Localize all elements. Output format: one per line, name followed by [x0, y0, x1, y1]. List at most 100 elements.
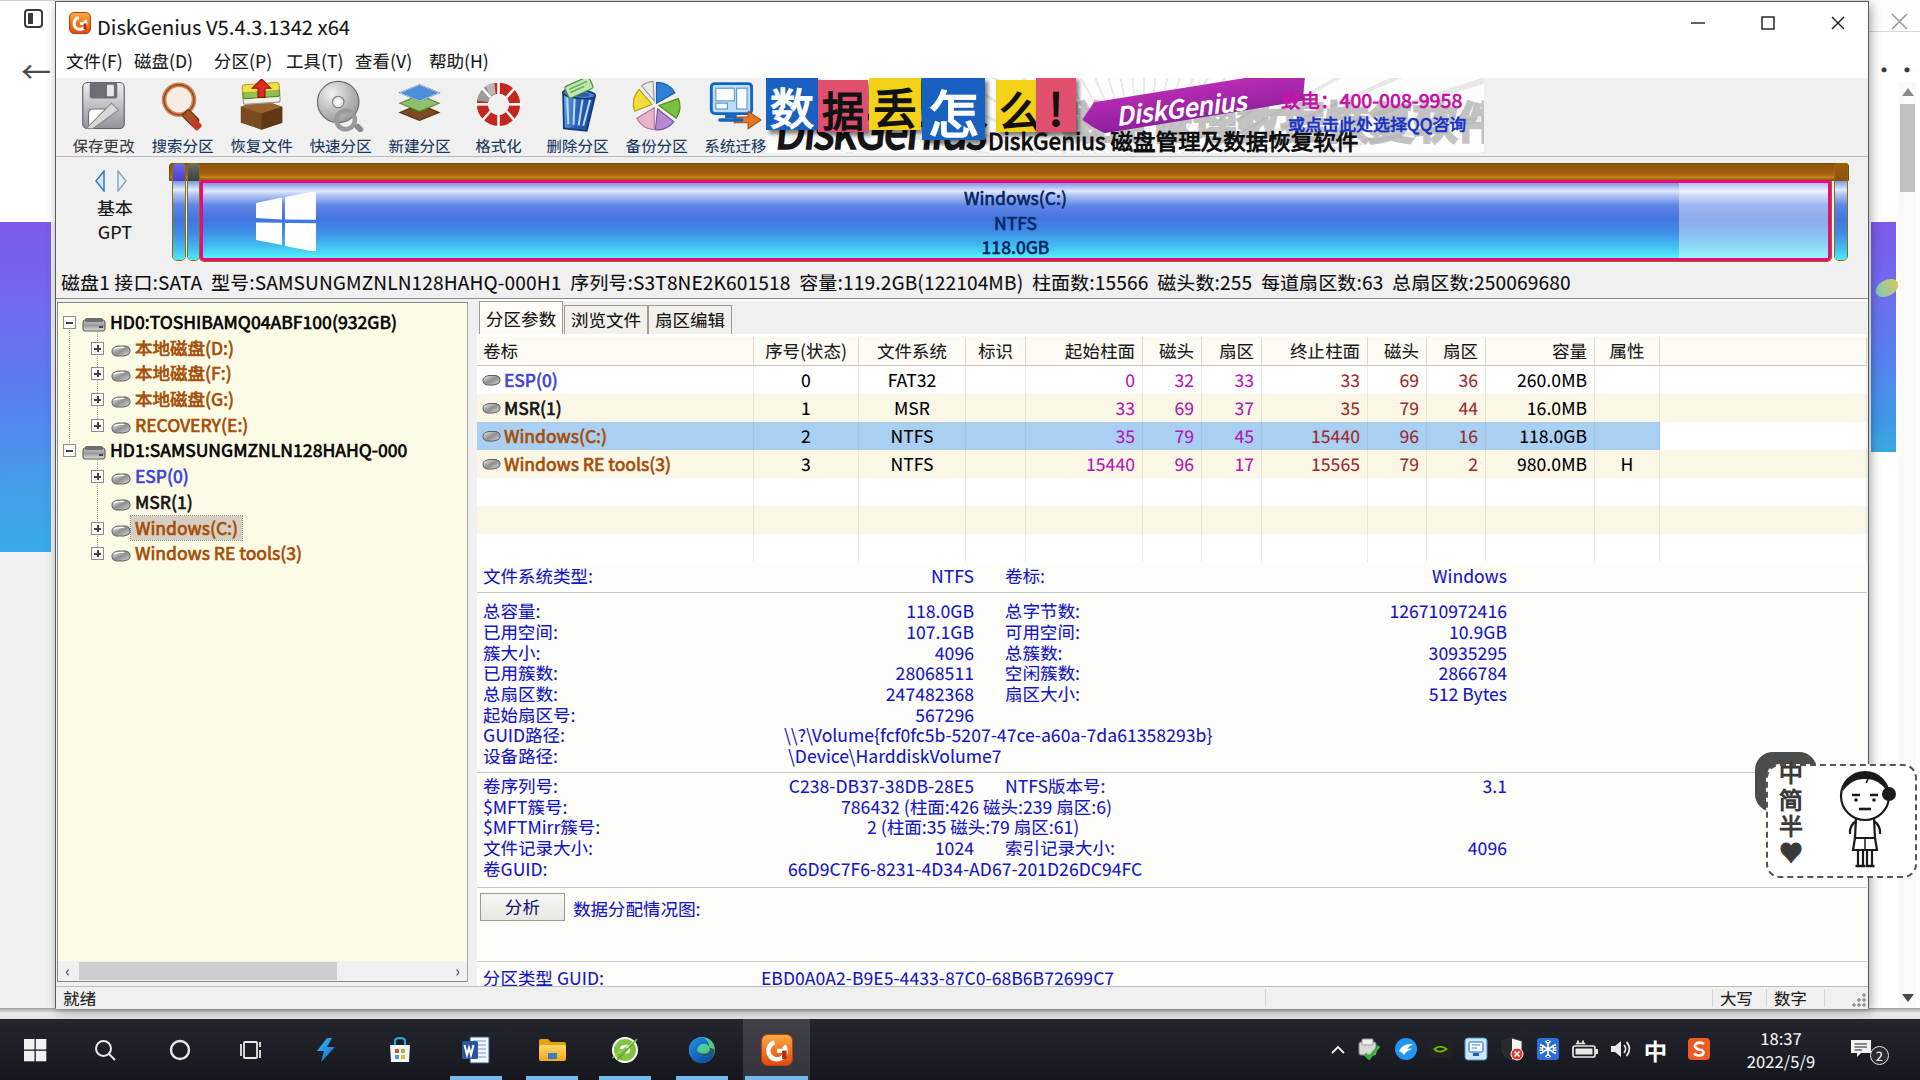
menu-item-1[interactable]: 磁盘(D): [128, 45, 199, 78]
taskbar-search-icon[interactable]: [93, 1038, 117, 1062]
close-button[interactable]: [1806, 2, 1870, 44]
tree-expand-plus-icon[interactable]: [91, 367, 104, 380]
tree-item-6[interactable]: ESP(0): [58, 463, 467, 489]
tray-icon-wrap[interactable]: [1500, 1037, 1524, 1066]
cortana-button[interactable]: [149, 1019, 211, 1080]
column-header-1[interactable]: 序号(状态): [754, 337, 859, 365]
word-icon[interactable]: [461, 1035, 491, 1065]
background-scrollbar[interactable]: [1899, 82, 1916, 1022]
taskbar-store[interactable]: [369, 1019, 431, 1080]
maximize-button[interactable]: [1736, 2, 1800, 44]
tray-icon-wrap[interactable]: [1394, 1037, 1418, 1066]
scroll-down-icon[interactable]: [1902, 994, 1914, 1002]
tab-1[interactable]: 浏览文件: [564, 305, 648, 334]
toolbar-button-search[interactable]: 搜索分区: [143, 80, 222, 154]
tray-sogou-icon[interactable]: [1687, 1037, 1711, 1061]
menu-item-2[interactable]: 分区(P): [208, 45, 278, 78]
tree-h-scrollbar[interactable]: ‹›: [58, 961, 467, 981]
tray-battery-icon[interactable]: [1570, 1037, 1600, 1061]
tray-nvidia-icon[interactable]: [1429, 1037, 1453, 1061]
taskbar-thunder[interactable]: [295, 1019, 357, 1080]
start-icon[interactable]: [23, 1038, 47, 1062]
tree-item-1[interactable]: 本地磁盘(D:): [58, 335, 467, 361]
tray-snowflake-icon[interactable]: [1536, 1037, 1560, 1061]
tree-item-5[interactable]: HD1:SAMSUNGMZNLN128HAHQ-000: [58, 437, 467, 463]
table-row-0[interactable]: ESP(0)0FAT3203233336936260.0MB: [477, 366, 1867, 394]
toolbar-button-quick[interactable]: 快速分区: [301, 80, 380, 154]
tree-expand-minus-icon[interactable]: [63, 316, 76, 329]
menu-item-3[interactable]: 工具(T): [280, 45, 350, 78]
thunder-icon[interactable]: [313, 1037, 339, 1063]
tray-ime-indicator[interactable]: 中: [1644, 1033, 1667, 1067]
tray-defender-icon[interactable]: [1500, 1037, 1524, 1061]
column-header-5[interactable]: 磁头: [1143, 337, 1202, 365]
column-header-11[interactable]: 属性: [1595, 337, 1660, 365]
taskbar-explorer[interactable]: [521, 1019, 583, 1080]
menu-item-4[interactable]: 查看(V): [349, 45, 418, 78]
tree-expand-plus-icon[interactable]: [91, 547, 104, 560]
tray-intel-icon[interactable]: [1464, 1037, 1488, 1061]
taskbar-diskgenius[interactable]: [743, 1019, 810, 1080]
toolbar-button-newpart[interactable]: 新建分区: [380, 80, 459, 154]
tree-item-4[interactable]: RECOVERY(E:): [58, 412, 467, 438]
tab-0[interactable]: 分区参数: [479, 301, 563, 334]
toolbar-button-migrate[interactable]: 系统迁移: [696, 80, 775, 154]
task-view-button[interactable]: [220, 1019, 282, 1080]
toolbar-button-recover[interactable]: 恢复文件: [222, 80, 301, 154]
toolbar-button-delete[interactable]: 删除分区: [538, 80, 617, 154]
minimize-button[interactable]: [1666, 2, 1730, 44]
task-view-icon[interactable]: [239, 1038, 263, 1062]
tree-expand-plus-icon[interactable]: [91, 393, 104, 406]
partition-msr[interactable]: [187, 163, 200, 261]
scroll-left-icon[interactable]: ‹: [58, 961, 77, 981]
column-header-6[interactable]: 扇区: [1202, 337, 1262, 365]
explorer-icon[interactable]: [537, 1035, 567, 1065]
tree-item-9[interactable]: Windows RE tools(3): [58, 540, 467, 566]
tray-volume-icon[interactable]: [1608, 1037, 1634, 1061]
tree-expand-minus-icon[interactable]: [63, 444, 76, 457]
toolbar-button-format[interactable]: 格式化: [459, 80, 538, 154]
partition-re-tools[interactable]: [1834, 163, 1848, 261]
column-header-2[interactable]: 文件系统: [859, 337, 966, 365]
tree-item-8[interactable]: Windows(C:): [58, 515, 467, 541]
tab-2[interactable]: 扇区编辑: [648, 305, 732, 334]
column-header-3[interactable]: 标识: [966, 337, 1026, 365]
table-row-2[interactable]: Windows(C:)2NTFS357945154409616118.0GB: [477, 422, 1867, 450]
store-icon[interactable]: [386, 1036, 414, 1064]
tree-expand-plus-icon[interactable]: [91, 342, 104, 355]
tray-icon-wrap[interactable]: [1329, 1041, 1347, 1065]
more-options-icon[interactable]: •••: [1874, 54, 1920, 83]
tree-expand-plus-icon[interactable]: [91, 522, 104, 535]
tree-item-2[interactable]: 本地磁盘(F:): [58, 360, 467, 386]
column-header-0[interactable]: 卷标: [477, 337, 754, 365]
column-header-4[interactable]: 起始柱面: [1026, 337, 1143, 365]
taskbar-clock[interactable]: 18:372022/5/9: [1735, 1027, 1827, 1073]
analyze-button[interactable]: 分析: [480, 893, 565, 921]
tray-icon-wrap[interactable]: [1429, 1037, 1453, 1066]
taskbar-edge[interactable]: [671, 1019, 733, 1080]
disk-nav[interactable]: [94, 170, 136, 192]
cortana-icon[interactable]: [168, 1038, 192, 1062]
banner-qq-line[interactable]: 或点击此处选择QQ咨询: [1288, 111, 1466, 136]
menu-item-0[interactable]: 文件(F): [60, 45, 129, 78]
taskbar-search[interactable]: [74, 1019, 136, 1080]
scroll-right-icon[interactable]: ›: [448, 961, 467, 981]
table-row-1[interactable]: MSR(1)1MSR33693735794416.0MB: [477, 394, 1867, 422]
notification-center[interactable]: 2: [1848, 1036, 1888, 1064]
column-header-10[interactable]: 容量: [1486, 337, 1595, 365]
table-row-3[interactable]: Windows RE tools(3)3NTFS1544096171556579…: [477, 450, 1867, 478]
ad-banner[interactable]: 磁盘管理数据恢复软件DiskGenius数据丢怎么!DiskGenius致电：4…: [766, 78, 1484, 153]
menu-item-5[interactable]: 帮助(H): [423, 45, 495, 78]
disk-nav-arrows[interactable]: [94, 170, 134, 192]
hidden-icons-chevron[interactable]: [1329, 1042, 1347, 1060]
tray-messenger-icon[interactable]: [1394, 1037, 1418, 1061]
taskbar-word[interactable]: [445, 1019, 507, 1080]
tree-item-3[interactable]: 本地磁盘(G:): [58, 386, 467, 412]
scroll-thumb[interactable]: [1900, 104, 1915, 192]
toolbar-button-backup[interactable]: 备份分区: [617, 80, 696, 154]
background-close-icon[interactable]: [1891, 13, 1908, 30]
partition-esp[interactable]: [172, 163, 186, 261]
column-header-7[interactable]: 终止柱面: [1262, 337, 1368, 365]
title-bar[interactable]: DiskGenius V5.4.3.1342 x64: [56, 2, 1868, 45]
tray-safe-icon[interactable]: [1357, 1037, 1381, 1061]
